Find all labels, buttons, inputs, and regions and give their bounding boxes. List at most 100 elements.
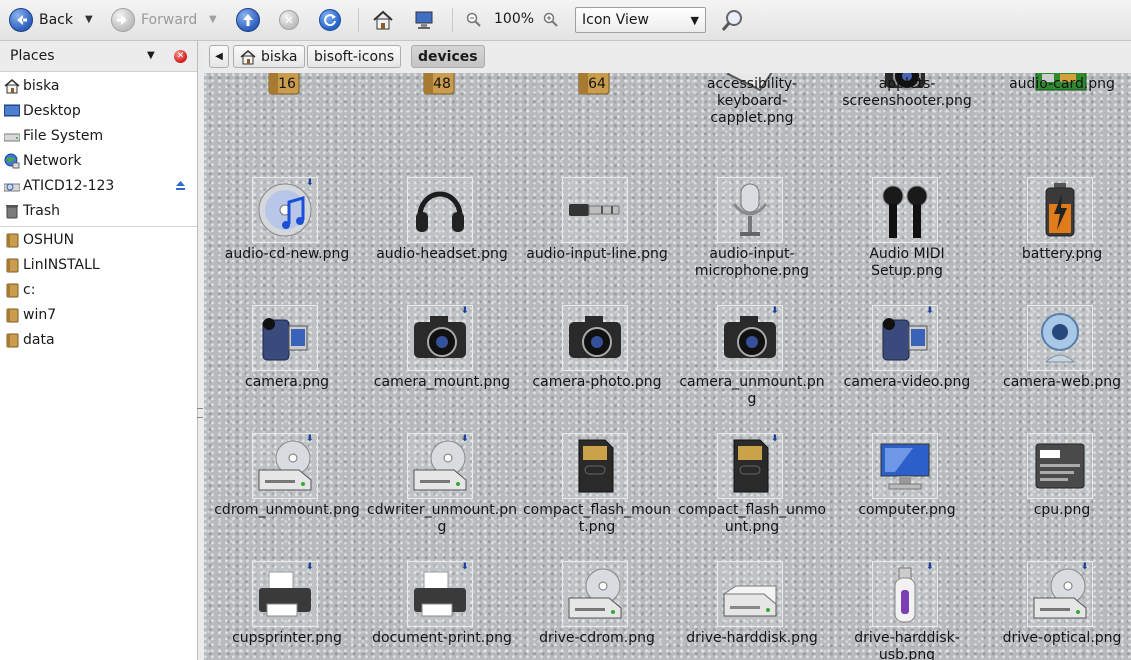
bookmark-data[interactable]: data bbox=[0, 328, 197, 352]
file-name: camera.png bbox=[245, 374, 329, 390]
file-name: drive-harddisk.png bbox=[686, 630, 818, 646]
microphone-icon bbox=[717, 177, 783, 243]
file-name: audio-input-line.png bbox=[526, 246, 668, 262]
bookmark-c[interactable]: c: bbox=[0, 278, 197, 302]
file-item[interactable]: cpu.png bbox=[987, 433, 1131, 543]
download-badge-icon: ⬇ bbox=[306, 434, 314, 444]
download-badge-icon: ⬇ bbox=[306, 562, 314, 572]
place-desktop[interactable]: Desktop bbox=[0, 99, 197, 123]
file-item[interactable]: audio-headset.png bbox=[367, 177, 517, 287]
file-item[interactable]: ⬇ cdwriter_unmount.png bbox=[367, 433, 517, 543]
file-item[interactable]: camera-photo.png bbox=[522, 305, 672, 415]
download-badge-icon: ⬇ bbox=[1081, 562, 1089, 572]
stop-button[interactable]: ✕ bbox=[279, 10, 299, 30]
zoom-in-button[interactable] bbox=[543, 12, 559, 28]
place-network[interactable]: Network bbox=[0, 149, 197, 173]
home-button[interactable] bbox=[372, 9, 394, 31]
file-item[interactable]: applets-screenshooter.png bbox=[832, 73, 982, 149]
places-dropdown-icon[interactable]: ▼ bbox=[147, 50, 155, 61]
file-icon-view[interactable]: 16 48 64 accessibility-keyboard-capplet.… bbox=[204, 73, 1131, 660]
file-item[interactable]: drive-harddisk.png bbox=[677, 561, 827, 660]
desktop-icon bbox=[3, 103, 21, 119]
up-button[interactable] bbox=[236, 8, 260, 32]
path-scroll-left-button[interactable]: ◀ bbox=[209, 45, 229, 68]
network-icon bbox=[4, 153, 20, 169]
file-item[interactable]: ⬇ cupsprinter.png bbox=[212, 561, 362, 660]
cd-icon: ⬇ bbox=[252, 177, 318, 243]
stop-icon: ✕ bbox=[279, 10, 299, 30]
folder-icon bbox=[4, 282, 20, 298]
file-item[interactable]: ⬇ camera_mount.png bbox=[367, 305, 517, 415]
file-name: 16 bbox=[278, 76, 296, 92]
file-name: camera-video.png bbox=[843, 374, 971, 390]
home-icon bbox=[4, 78, 20, 94]
place-aticd12[interactable]: ATICD12-123 bbox=[0, 174, 197, 198]
bookmark-lininstall[interactable]: LinINSTALL bbox=[0, 253, 197, 277]
back-history-dropdown[interactable]: ▼ bbox=[85, 14, 93, 25]
file-name: computer.png bbox=[858, 502, 956, 518]
zoom-out-button[interactable] bbox=[466, 12, 482, 28]
file-item[interactable]: ⬇ camera-video.png bbox=[832, 305, 982, 415]
optical-drive-icon: ⬇ bbox=[1027, 561, 1093, 627]
file-item[interactable]: compact_flash_mount.png bbox=[522, 433, 672, 543]
file-item[interactable]: Audio MIDI Setup.png bbox=[832, 177, 982, 287]
file-item[interactable]: drive-cdrom.png bbox=[522, 561, 672, 660]
computer-button[interactable] bbox=[413, 9, 435, 31]
view-mode-select[interactable]: Icon View ▼ bbox=[575, 7, 706, 33]
file-item[interactable]: ⬇ document-print.png bbox=[367, 561, 517, 660]
file-name: accessibility-keyboard-capplet.png bbox=[706, 76, 798, 126]
crumb-home[interactable]: biska bbox=[233, 45, 305, 68]
reload-button[interactable] bbox=[319, 9, 341, 31]
file-item[interactable]: ⬇ compact_flash_unmount.png bbox=[677, 433, 827, 543]
download-badge-icon: ⬇ bbox=[461, 306, 469, 316]
back-button[interactable]: Back bbox=[9, 8, 73, 32]
file-name: audio-card.png bbox=[1009, 76, 1115, 92]
file-item[interactable]: audio-card.png bbox=[987, 73, 1131, 129]
file-item[interactable]: ⬇ drive-optical.png bbox=[987, 561, 1131, 660]
crumb-devices[interactable]: devices bbox=[411, 45, 485, 68]
forward-button[interactable]: Forward bbox=[111, 8, 197, 32]
bookmark-oshun[interactable]: OSHUN bbox=[0, 228, 197, 252]
crumb-label: devices bbox=[418, 48, 478, 65]
file-item[interactable]: battery.png bbox=[987, 177, 1131, 287]
file-item[interactable]: computer.png bbox=[832, 433, 982, 543]
file-item[interactable]: audio-input-microphone.png bbox=[677, 177, 827, 287]
chevron-left-icon: ◀ bbox=[215, 51, 223, 62]
back-label: Back bbox=[39, 12, 73, 28]
close-sidebar-icon[interactable]: ✕ bbox=[174, 50, 187, 63]
file-name: compact_flash_mount.png bbox=[522, 502, 672, 535]
zoom-level[interactable]: 100% bbox=[494, 11, 534, 27]
file-item[interactable]: 48 bbox=[367, 73, 517, 129]
forward-history-dropdown[interactable]: ▼ bbox=[209, 14, 217, 25]
harddisk-icon bbox=[717, 561, 783, 627]
file-name: audio-cd-new.png bbox=[224, 246, 350, 262]
trash-icon bbox=[4, 203, 20, 219]
file-item[interactable]: accessibility-keyboard-capplet.png bbox=[677, 73, 827, 149]
search-button[interactable] bbox=[721, 8, 745, 32]
sidebar-resize-handle[interactable] bbox=[197, 408, 203, 418]
file-name: camera-photo.png bbox=[532, 374, 662, 390]
file-name: audio-headset.png bbox=[376, 246, 508, 262]
crumb-bisoft-icons[interactable]: bisoft-icons bbox=[307, 45, 402, 68]
home-icon bbox=[240, 49, 256, 64]
place-trash[interactable]: Trash bbox=[0, 199, 197, 223]
file-name: drive-cdrom.png bbox=[539, 630, 655, 646]
file-item[interactable]: ⬇ drive-harddisk-usb.png bbox=[832, 561, 982, 660]
file-item[interactable]: camera-web.png bbox=[987, 305, 1131, 415]
place-label: data bbox=[23, 332, 55, 348]
file-item[interactable]: ⬇ cdrom_unmount.png bbox=[212, 433, 362, 543]
file-item[interactable]: 16 bbox=[212, 73, 362, 129]
place-file-system[interactable]: File System bbox=[0, 124, 197, 148]
file-item[interactable]: ⬇ camera_unmount.png bbox=[677, 305, 827, 415]
file-item[interactable]: 64 bbox=[522, 73, 672, 129]
place-home[interactable]: biska bbox=[0, 74, 197, 98]
file-item[interactable]: ⬇ audio-cd-new.png bbox=[212, 177, 362, 287]
optical-drive-icon: ⬇ bbox=[252, 433, 318, 499]
file-item[interactable]: audio-input-line.png bbox=[522, 177, 672, 287]
file-name: battery.png bbox=[1021, 246, 1103, 262]
eject-icon[interactable] bbox=[176, 180, 185, 191]
bookmark-win7[interactable]: win7 bbox=[0, 303, 197, 327]
file-name: cupsprinter.png bbox=[232, 630, 342, 646]
file-name: applets-screenshooter.png bbox=[842, 76, 972, 109]
file-item[interactable]: camera.png bbox=[212, 305, 362, 415]
